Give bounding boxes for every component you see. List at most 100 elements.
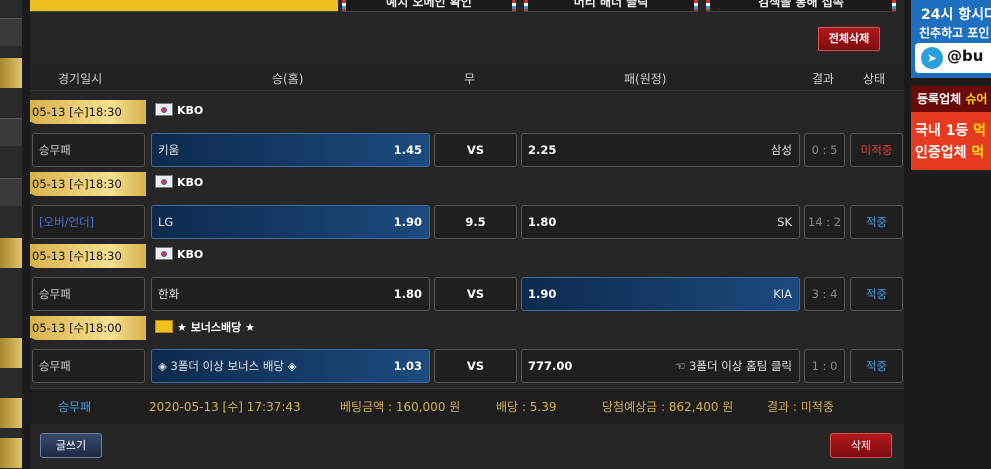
game-score: 3 : 4 — [804, 277, 845, 311]
away-odds: 1.90 — [528, 287, 557, 301]
game-date: 05-13 [수]18:30 — [30, 244, 146, 268]
telegram-ad-banner[interactable]: 24시 항시다 친추하고 포인 ➤ @bu — [911, 0, 991, 78]
registered-site-banner[interactable]: 등록업체 슈어 — [911, 86, 991, 112]
bet-type: 승무패 — [32, 277, 145, 311]
telegram-handle: @bu — [947, 47, 984, 65]
delete-all-button[interactable]: 전체삭제 — [818, 27, 880, 51]
top-banners: 예치 오메인 확인 머리 배너 클릭 검색을 통해 접속 — [30, 0, 904, 12]
bet-type: 승무패 — [32, 133, 145, 167]
game-score: 0 : 5 — [804, 133, 845, 167]
draw-pick-button[interactable]: VS — [434, 349, 517, 383]
ad-text: 친추하고 포인 — [919, 26, 990, 40]
side-tab[interactable] — [0, 238, 22, 268]
draw-pick-button[interactable]: VS — [434, 277, 517, 311]
home-team: LG — [158, 215, 174, 229]
home-team: 한화 — [158, 287, 180, 301]
bonus-flag-icon — [155, 320, 173, 333]
banner-text: 예치 오메인 확인 — [386, 0, 472, 9]
page: 예치 오메인 확인 머리 배너 클릭 검색을 통해 접속 전체삭제 경기일시 승… — [0, 0, 991, 469]
table-row: 승무패 한화 1.80 VS 1.90 KIA 3 : 4 적중 — [30, 277, 904, 311]
home-pick-button[interactable]: ◈ 3폴더 이상 보너스 배당 ◈ 1.03 — [151, 349, 430, 383]
ad-text: 24시 항시다 — [921, 7, 991, 23]
status-badge: 적중 — [850, 349, 903, 383]
ad-line: 인증업체 먹 — [915, 142, 984, 162]
away-team: KIA — [773, 287, 792, 301]
away-pick-button[interactable]: 1.80 SK — [521, 205, 800, 239]
delete-button[interactable]: 삭제 — [830, 433, 892, 458]
away-pick-button[interactable]: 1.90 KIA — [521, 277, 800, 311]
league-label: KBO — [155, 103, 203, 117]
away-pick-button[interactable]: 777.00 ☜ 3폴더 이상 홈팀 클릭 — [521, 349, 800, 383]
side-tab[interactable] — [0, 338, 22, 368]
league-name: ★ 보너스배당 ★ — [177, 321, 255, 334]
game-date: 05-13 [수]18:30 — [30, 172, 146, 196]
draw-pick-button[interactable]: VS — [434, 133, 517, 167]
home-odds: 1.03 — [393, 359, 422, 373]
status-badge: 적중 — [850, 205, 903, 239]
home-team: ◈ 3폴더 이상 보너스 배당 ◈ — [158, 359, 297, 373]
league-flag-icon — [155, 175, 173, 188]
league-flag-icon — [155, 247, 173, 260]
bet-summary: 승무패 2020-05-13 [수] 17:37:43 베팅금액 : 160,0… — [30, 388, 904, 424]
league-label: KBO — [155, 247, 203, 261]
league-name: KBO — [177, 104, 204, 117]
banner-text: 머리 배너 클릭 — [573, 0, 649, 9]
side-tab[interactable] — [0, 58, 22, 88]
game-date: 05-13 [수]18:00 — [30, 316, 146, 340]
header-home: 승(홈) — [272, 72, 304, 86]
summary-expected-win: 당첨예상금 : 862,400 원 — [602, 400, 734, 414]
verified-site-banner[interactable]: 국내 1등 먹 인증업체 먹 — [911, 112, 991, 170]
league-label: KBO — [155, 175, 203, 189]
header-date: 경기일시 — [58, 72, 103, 86]
game-score: 1 : 0 — [804, 349, 845, 383]
home-pick-button[interactable]: 키움 1.45 — [151, 133, 430, 167]
bet-type: 승무패 — [32, 349, 145, 383]
ad-text: 인증업체 — [915, 145, 972, 161]
home-odds: 1.45 — [393, 143, 422, 157]
banner-stripe — [694, 0, 698, 11]
handicap-value[interactable]: 9.5 — [434, 205, 517, 239]
side-tab[interactable] — [0, 18, 22, 46]
banner-3[interactable]: 머리 배너 클릭 — [524, 0, 698, 12]
away-team: SK — [777, 215, 792, 229]
side-tab[interactable] — [0, 398, 22, 428]
left-side-strip — [0, 0, 22, 469]
header-result: 결과 — [812, 72, 835, 86]
summary-result: 결과 : 미적중 — [767, 400, 834, 414]
bet-type: [오버/언더] — [32, 205, 145, 239]
banner-4[interactable]: 검색을 통해 접속 — [706, 0, 896, 12]
home-odds: 1.80 — [393, 287, 422, 301]
ad-text: 국내 1등 — [915, 123, 974, 139]
ad-line: 국내 1등 먹 — [915, 120, 986, 140]
summary-odds: 배당 : 5.39 — [496, 400, 557, 414]
summary-datetime: 2020-05-13 [수] 17:37:43 — [149, 400, 301, 414]
ad-highlight: 슈어 — [965, 92, 988, 106]
table-row: 승무패 키움 1.45 VS 2.25 삼성 0 : 5 미적중 — [30, 133, 904, 167]
table-row: [오버/언더] LG 1.90 9.5 1.80 SK 14 : 2 적중 — [30, 205, 904, 239]
summary-type: 승무패 — [58, 400, 92, 414]
banner-1[interactable] — [30, 0, 338, 12]
banner-text: 검색을 통해 접속 — [758, 0, 844, 9]
summary-bet-amount: 베팅금액 : 160,000 원 — [340, 400, 461, 414]
away-odds: 1.80 — [528, 215, 557, 229]
away-pick-button[interactable]: 2.25 삼성 — [521, 133, 800, 167]
ad-highlight: 먹 — [973, 123, 987, 139]
away-odds: 2.25 — [528, 143, 557, 157]
game-date: 05-13 [수]18:30 — [30, 100, 146, 124]
league-flag-icon — [155, 103, 173, 116]
league-name: KBO — [177, 176, 204, 189]
header-away: 패(원정) — [624, 72, 667, 86]
write-button[interactable]: 글쓰기 — [40, 433, 102, 458]
side-tab[interactable] — [0, 118, 22, 146]
table-row: 승무패 ◈ 3폴더 이상 보너스 배당 ◈ 1.03 VS 777.00 ☜ 3폴더… — [30, 349, 904, 383]
league-label: ★ 보너스배당 ★ — [155, 319, 255, 335]
side-tab[interactable] — [0, 438, 22, 468]
banner-2[interactable]: 예치 오메인 확인 — [342, 0, 516, 12]
side-tab[interactable] — [0, 178, 22, 206]
header-draw: 무 — [464, 72, 476, 86]
home-pick-button[interactable]: LG 1.90 — [151, 205, 430, 239]
banner-stripe — [892, 0, 896, 11]
home-pick-button[interactable]: 한화 1.80 — [151, 277, 430, 311]
bet-history-panel: 예치 오메인 확인 머리 배너 클릭 검색을 통해 접속 전체삭제 경기일시 승… — [30, 0, 904, 469]
telegram-handle-box: ➤ @bu — [915, 43, 991, 73]
